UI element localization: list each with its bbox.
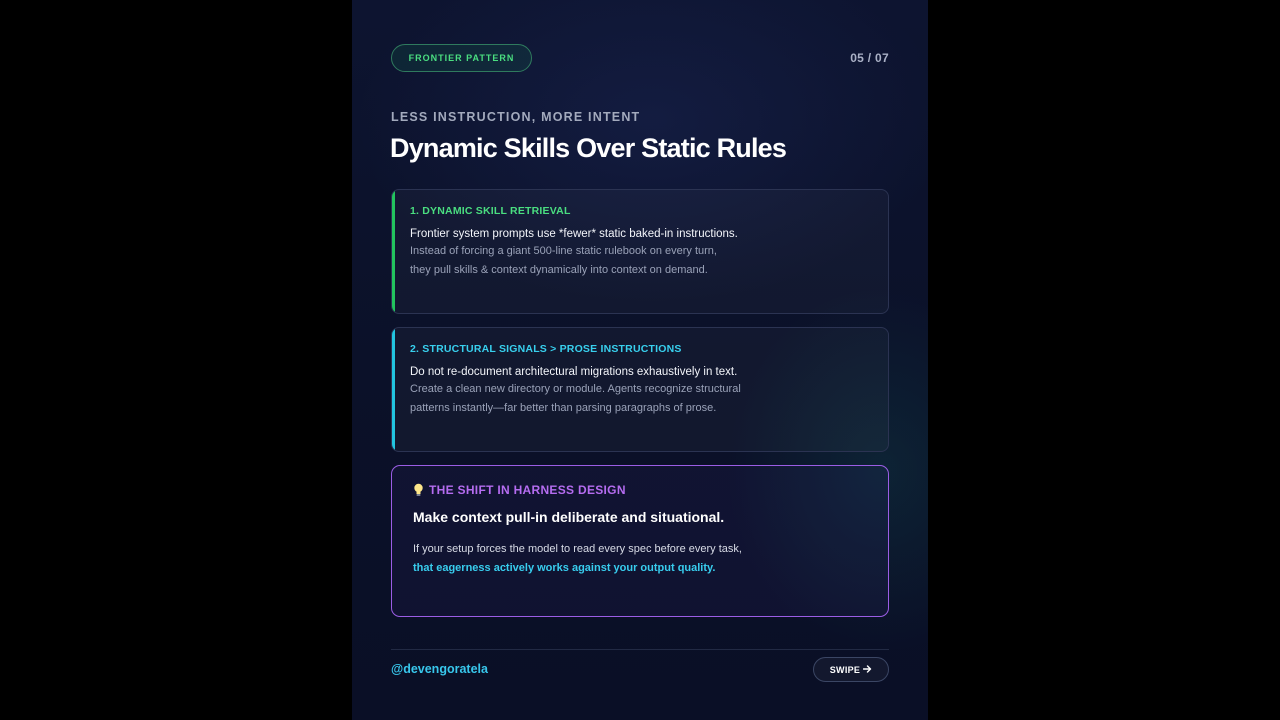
slide-eyebrow: LESS INSTRUCTION, MORE INTENT (391, 110, 641, 124)
shift-heading: THE SHIFT IN HARNESS DESIGN (429, 483, 626, 497)
footer-divider (391, 649, 889, 650)
author-handle[interactable]: @devengoratela (391, 662, 488, 676)
card-body-line: Create a clean new directory or module. … (410, 383, 741, 395)
card-lead-text: Do not re-document architectural migrati… (410, 366, 738, 378)
shift-lead-text: Make context pull-in deliberate and situ… (413, 509, 725, 525)
card-lead-text: Frontier system prompts use *fewer* stat… (410, 228, 738, 240)
card-heading: 2. STRUCTURAL SIGNALS > PROSE INSTRUCTIO… (410, 343, 682, 355)
card-dynamic-skill-retrieval: 1. DYNAMIC SKILL RETRIEVAL Frontier syst… (391, 189, 889, 314)
card-accent-bar (392, 190, 395, 313)
card-body-line: they pull skills & context dynamically i… (410, 263, 708, 276)
shift-highlight-text: that eagerness actively works against yo… (413, 562, 716, 574)
card-heading: 1. DYNAMIC SKILL RETRIEVAL (410, 205, 571, 217)
card-body-line: Instead of forcing a giant 500-line stat… (410, 245, 717, 257)
frontier-pattern-badge: FRONTIER PATTERN (391, 44, 532, 72)
shift-heading-row: THE SHIFT IN HARNESS DESIGN (413, 483, 867, 497)
swipe-label: SWIPE (829, 664, 861, 675)
video-frame: FRONTIER PATTERN 05 / 07 LESS INSTRUCTIO… (0, 0, 1280, 720)
card-body-line: patterns instantly—far better than parsi… (410, 401, 717, 414)
arrow-right-icon (863, 664, 872, 675)
card-accent-bar (392, 328, 395, 451)
slide-title: Dynamic Skills Over Static Rules (390, 133, 787, 163)
swipe-button[interactable]: SWIPE (813, 657, 889, 682)
lightbulb-icon (413, 483, 424, 497)
card-structural-signals: 2. STRUCTURAL SIGNALS > PROSE INSTRUCTIO… (391, 327, 889, 452)
shift-body-text: If your setup forces the model to read e… (413, 543, 742, 555)
page-indicator: 05 / 07 (850, 51, 889, 65)
shift-callout-box: THE SHIFT IN HARNESS DESIGN Make context… (391, 465, 889, 617)
carousel-slide: FRONTIER PATTERN 05 / 07 LESS INSTRUCTIO… (352, 0, 928, 720)
